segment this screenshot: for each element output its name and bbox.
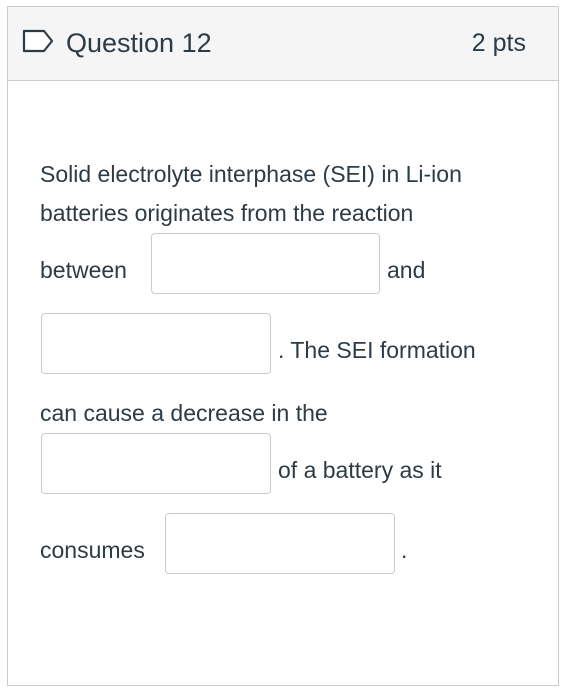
blank-3-input[interactable] <box>41 433 271 494</box>
question-text-line-5: can cause a decrease in the <box>40 400 328 426</box>
question-text-of-a-battery: of a battery as it <box>278 457 442 483</box>
question-header: Question 12 2 pts <box>8 7 558 81</box>
blank-4-input[interactable] <box>165 513 395 574</box>
question-card: Question 12 2 pts Solid electrolyte inte… <box>7 6 559 686</box>
question-text-sei-formation: . The SEI formation <box>278 337 476 363</box>
flag-question-icon[interactable] <box>22 29 54 53</box>
question-text-line-2: batteries originates from the reaction <box>40 200 414 226</box>
question-text-period: . <box>401 537 408 563</box>
question-text-between: between <box>40 257 127 283</box>
question-text-and: and <box>387 257 426 283</box>
blank-1-input[interactable] <box>151 233 380 294</box>
question-text-consumes: consumes <box>40 537 145 563</box>
question-points: 2 pts <box>471 29 526 57</box>
blank-2-input[interactable] <box>41 313 271 374</box>
question-text-line-1: Solid electrolyte interphase (SEI) in Li… <box>40 161 462 187</box>
question-title: Question 12 <box>66 28 212 58</box>
